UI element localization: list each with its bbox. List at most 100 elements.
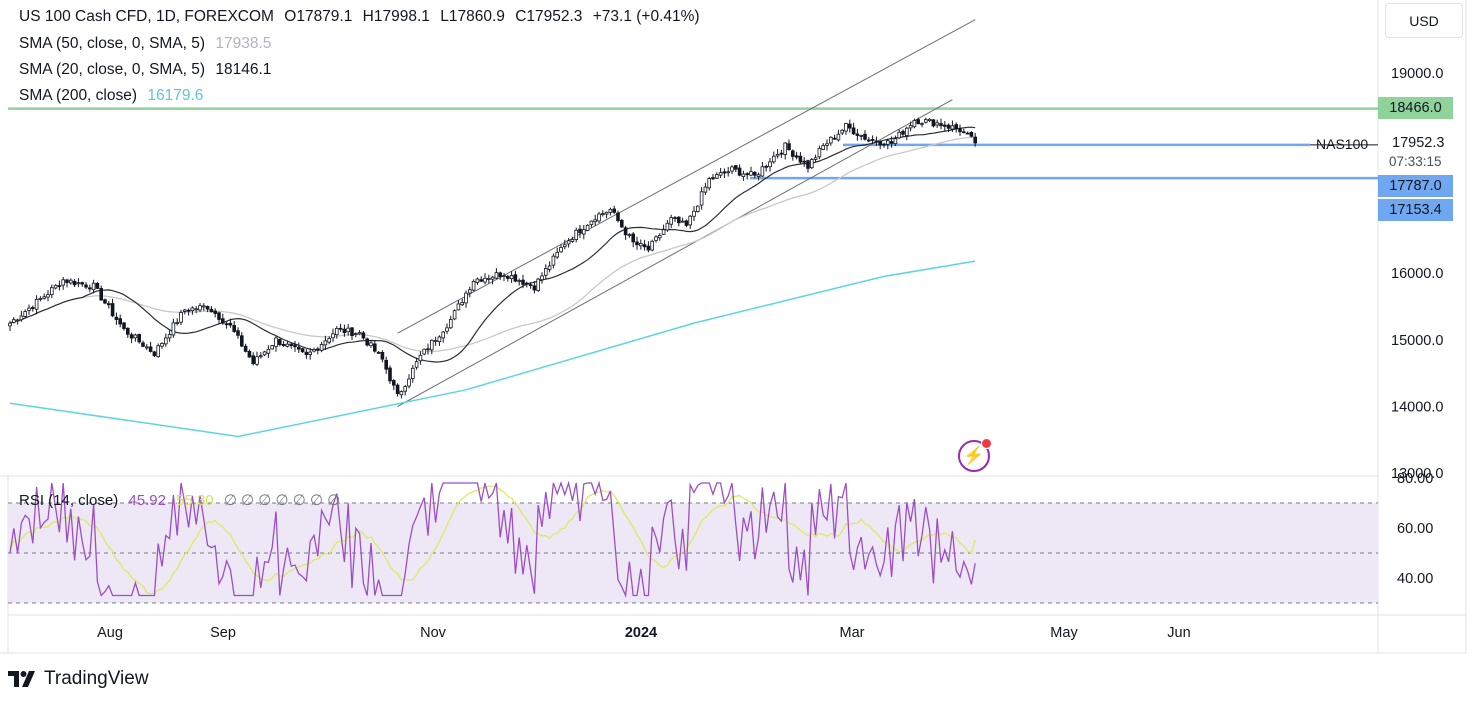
candle	[585, 224, 590, 232]
candle-body	[908, 125, 913, 129]
candle	[498, 271, 502, 280]
candle-body	[144, 346, 149, 349]
candle-body	[490, 276, 495, 280]
symbol-title[interactable]: US 100 Cash CFD, 1D, FOREXCOM	[19, 8, 274, 25]
candle-body	[380, 351, 385, 360]
candle	[582, 225, 586, 240]
candle-body	[973, 136, 977, 144]
candle-body	[829, 136, 833, 144]
candle-body	[821, 145, 825, 150]
sma200-legend[interactable]: SMA (200, close) 16179.6	[19, 87, 203, 105]
candle-body	[502, 275, 506, 277]
candle	[46, 290, 50, 302]
candle	[547, 261, 552, 273]
candle	[243, 343, 248, 353]
candle-body	[570, 239, 575, 242]
currency-button[interactable]: USD	[1385, 3, 1463, 38]
candle	[604, 211, 609, 219]
channel-upper-line	[397, 19, 976, 334]
candle-body	[517, 280, 521, 282]
candle	[825, 139, 829, 151]
candle-body	[418, 354, 423, 362]
time-axis-label: May	[1050, 625, 1078, 641]
candle-body	[152, 351, 157, 357]
tradingview-logo[interactable]: TradingView	[8, 668, 149, 690]
rsi-label: RSI (14, close)	[19, 492, 119, 509]
candle-body	[30, 307, 35, 309]
candle	[441, 330, 445, 343]
candle-body	[791, 150, 795, 157]
candle-body	[486, 278, 491, 280]
candle	[589, 220, 594, 228]
sma200-value: 16179.6	[147, 87, 204, 104]
candle	[620, 218, 624, 228]
candle-body	[836, 133, 841, 141]
rsi-legend[interactable]: RSI (14, close) 45.92 55.30 ∅ ∅ ∅ ∅ ∅ ∅ …	[19, 491, 340, 509]
candle	[920, 122, 924, 128]
candle	[122, 322, 126, 331]
sma20-line	[9, 126, 976, 363]
candle	[764, 164, 768, 172]
candle-body	[566, 240, 571, 245]
candle	[50, 284, 54, 299]
candle	[471, 279, 476, 292]
candle	[962, 128, 966, 134]
candle-body	[726, 171, 730, 174]
candle	[832, 134, 837, 140]
chart-canvas[interactable]: 19000.016000.015000.014000.013000.080.00…	[0, 0, 1483, 706]
candle	[646, 241, 651, 253]
candle	[718, 167, 723, 179]
candle	[19, 310, 24, 322]
candle	[144, 343, 149, 351]
candle	[319, 341, 324, 353]
candle-body	[414, 361, 419, 368]
candle-body	[34, 298, 39, 310]
lightning-bolt-icon[interactable]: ⚡	[958, 438, 992, 472]
candle-body	[958, 128, 962, 133]
sma50-legend[interactable]: SMA (50, close, 0, SMA, 5) 17938.5	[19, 35, 271, 53]
candle	[80, 281, 85, 287]
candle-body	[224, 323, 229, 326]
candle	[163, 333, 168, 347]
candle-body	[677, 216, 681, 224]
candle	[654, 235, 658, 243]
candle-body	[901, 130, 905, 135]
candle-body	[779, 152, 784, 155]
candle-body	[718, 172, 723, 176]
candle-body	[217, 312, 221, 320]
sma20-legend[interactable]: SMA (20, close, 0, SMA, 5) 18146.1	[19, 61, 271, 79]
candle	[901, 129, 905, 138]
candle	[775, 149, 780, 159]
candle-body	[775, 153, 780, 157]
candle-body	[749, 171, 753, 176]
candle-body	[99, 288, 104, 301]
candle-body	[620, 219, 624, 228]
candle-body	[859, 134, 863, 137]
candle	[141, 340, 145, 348]
candle-body	[642, 244, 647, 248]
candle-body	[954, 124, 958, 130]
candle-body	[129, 334, 134, 339]
candle-body	[289, 343, 293, 346]
candle-body	[627, 234, 632, 236]
candle-body	[201, 305, 206, 308]
candle	[544, 264, 548, 280]
low-value: L17860.9	[440, 8, 505, 25]
candle-body	[433, 340, 438, 342]
candle-body	[555, 251, 559, 258]
candle	[597, 211, 601, 223]
candle-body	[171, 322, 176, 336]
rsi-axis-label: 60.00	[1397, 521, 1433, 537]
candle-body	[209, 308, 214, 313]
candle-body	[878, 141, 882, 146]
candle-body	[460, 301, 464, 306]
candle	[821, 143, 825, 151]
rsi-value: 45.92	[128, 492, 166, 509]
candle-body	[331, 333, 335, 339]
candle-body	[232, 325, 237, 332]
candle	[148, 341, 153, 353]
candle	[346, 323, 350, 336]
candle	[110, 298, 115, 318]
candle-body	[574, 229, 578, 240]
candle	[555, 247, 559, 260]
